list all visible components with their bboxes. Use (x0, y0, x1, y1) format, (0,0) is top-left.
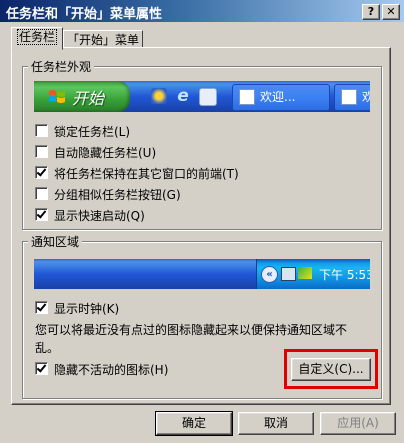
show-clock-option[interactable]: 显示时钟(K) (35, 300, 119, 316)
window-icon (239, 88, 255, 105)
lock-taskbar-label: 锁定任务栏(L) (54, 125, 131, 139)
hide-inactive-checkbox[interactable] (35, 362, 48, 375)
highlight-box (284, 349, 378, 389)
taskbar-preview: 开始 e 欢迎... 欢 (34, 81, 370, 112)
group-buttons-option[interactable]: 分组相似任务栏按钮(G) (35, 186, 181, 202)
notification-area-legend: 通知区域 (28, 233, 83, 250)
tab-taskbar[interactable]: 任务栏 (11, 27, 63, 50)
tab-taskbar-label: 任务栏 (16, 29, 57, 45)
quick-launch-option[interactable]: 显示快速启动(Q) (35, 207, 145, 223)
hide-inactive-label: 隐藏不活动的图标(H) (54, 363, 169, 377)
group-buttons-label: 分组相似任务栏按钮(G) (54, 188, 181, 202)
start-button-preview: 开始 (34, 81, 130, 112)
task-item-label: 欢迎... (260, 90, 296, 104)
volume-icon (298, 267, 312, 279)
tab-start-menu-label: 「开始」菜单 (66, 33, 139, 47)
ok-button[interactable]: 确定 (155, 411, 233, 436)
show-clock-checkbox[interactable] (35, 301, 48, 314)
window-title: 任务栏和「开始」菜单属性 (6, 7, 163, 22)
lock-taskbar-option[interactable]: 锁定任务栏(L) (35, 123, 130, 139)
help-button[interactable]: ? (362, 4, 380, 20)
show-clock-label: 显示时钟(K) (54, 302, 120, 316)
keep-on-top-label: 将任务栏保持在其它窗口的前端(T) (54, 167, 239, 181)
internet-explorer-icon: e (177, 86, 189, 106)
clock-text: 下午 5:53 (319, 268, 370, 282)
close-button[interactable]: ✕ (382, 4, 400, 20)
task-item-label: 欢 (362, 90, 370, 104)
title-bar[interactable]: 任务栏和「开始」菜单属性 ? ✕ (0, 0, 404, 22)
lock-taskbar-checkbox[interactable] (35, 124, 48, 137)
taskbar-appearance-legend: 任务栏外观 (28, 58, 95, 75)
keep-on-top-option[interactable]: 将任务栏保持在其它窗口的前端(T) (35, 165, 239, 181)
media-player-icon (151, 88, 167, 104)
quick-launch-checkbox[interactable] (35, 208, 48, 221)
chevron-left-icon: « (261, 266, 278, 283)
group-buttons-checkbox[interactable] (35, 187, 48, 200)
cancel-button[interactable]: 取消 (238, 412, 314, 435)
start-label: 开始 (72, 89, 105, 108)
quick-launch-label: 显示快速启动(Q) (54, 209, 145, 223)
task-item: 欢迎... (232, 84, 330, 111)
task-item: 欢 (334, 84, 370, 111)
keep-on-top-checkbox[interactable] (35, 166, 48, 179)
show-desktop-icon (199, 88, 217, 106)
auto-hide-label: 自动隐藏任务栏(U) (54, 146, 157, 160)
window-icon (341, 88, 357, 105)
windows-flag-icon (49, 90, 65, 103)
system-tray: « 下午 5:53 (256, 259, 370, 289)
network-icon (281, 267, 296, 281)
auto-hide-checkbox[interactable] (35, 145, 48, 158)
auto-hide-option[interactable]: 自动隐藏任务栏(U) (35, 144, 156, 160)
hide-inactive-option[interactable]: 隐藏不活动的图标(H) (35, 361, 168, 377)
notification-preview: « 下午 5:53 (34, 259, 370, 289)
apply-button[interactable]: 应用(A) (320, 412, 396, 435)
